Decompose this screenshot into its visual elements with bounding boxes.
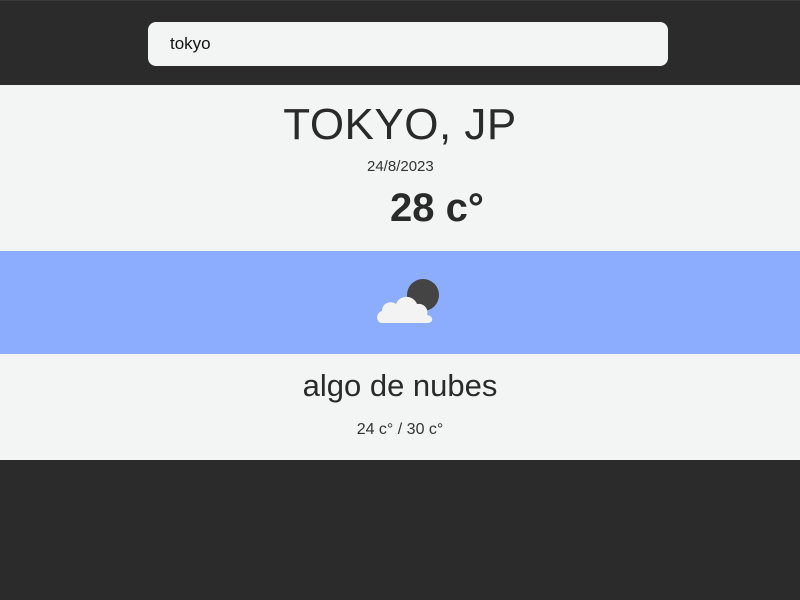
weather-header: TOKYO, JP 24/8/2023 28 c° (0, 85, 800, 251)
city-name: TOKYO, JP (283, 100, 517, 149)
current-temperature: 28 c° (390, 186, 484, 230)
temperature-range: 24 c° / 30 c° (356, 421, 444, 438)
date-label: 24/8/2023 (367, 158, 434, 175)
weather-icon-band (0, 251, 800, 354)
weather-details: algo de nubes 24 c° / 30 c° (0, 354, 800, 460)
partly-cloudy-night-icon (377, 279, 439, 323)
search-bar (0, 0, 800, 85)
search-input[interactable] (148, 22, 668, 66)
weather-description: algo de nubes (302, 368, 498, 403)
